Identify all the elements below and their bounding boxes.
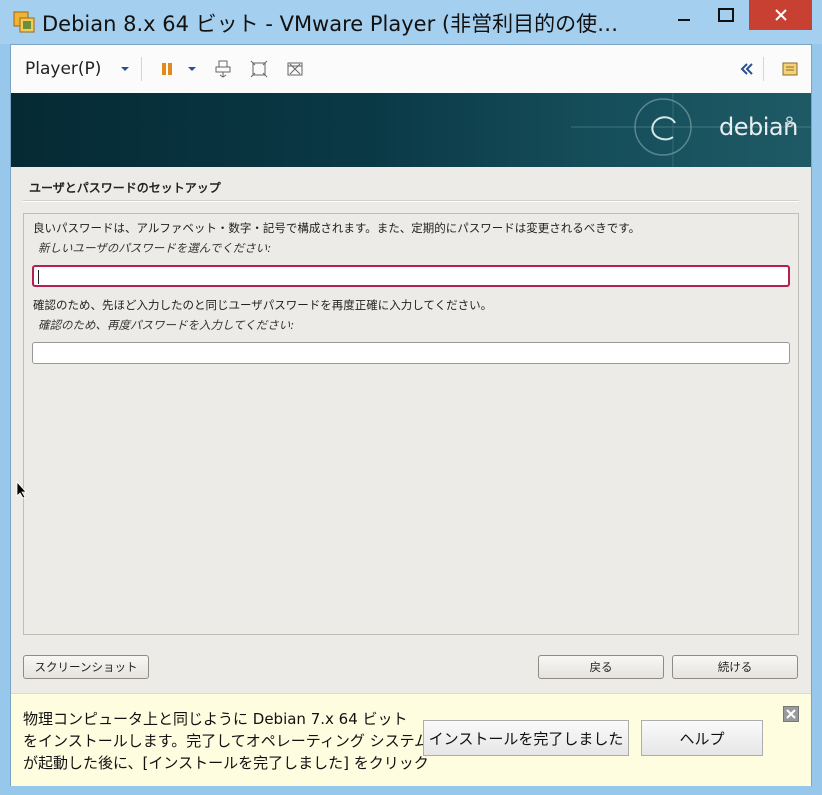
dropdown-arrow-icon[interactable] <box>182 59 202 79</box>
maximize-button[interactable] <box>704 0 748 30</box>
prompt-confirm-password: 確認のため、再度パスワードを入力してください: <box>38 318 295 332</box>
dropdown-arrow-icon[interactable] <box>115 59 135 79</box>
debian-logo-version: 8 <box>785 115 794 131</box>
install-helper-bar: 物理コンピュータ上と同じように Debian 7.x 64 ビット をインストー… <box>11 693 811 786</box>
install-helper-line: が起動した後に、[インストールを完了しました] をクリック <box>23 754 429 772</box>
collapse-double-chevron-icon[interactable] <box>737 59 757 79</box>
send-ctrl-alt-del-icon[interactable] <box>213 59 233 79</box>
window-titlebar[interactable]: Debian 8.x 64 ビット - VMware Player (非営利目的… <box>0 0 822 44</box>
library-icon[interactable] <box>780 59 800 79</box>
debian-banner: debian 8 <box>11 93 811 167</box>
divider <box>23 200 799 202</box>
prompt-new-password: 新しいユーザのパスワードを選んでください: <box>38 241 272 255</box>
fullscreen-icon[interactable] <box>249 59 269 79</box>
pause-icon[interactable] <box>157 59 177 79</box>
vmware-toolbar: Player(P) <box>11 45 811 94</box>
mouse-pointer-icon <box>16 480 28 503</box>
toolbar-separator <box>141 57 142 81</box>
toolbar-separator <box>763 57 764 81</box>
vmware-app-icon <box>12 10 36 34</box>
screenshot-button[interactable]: スクリーンショット <box>23 655 149 679</box>
back-button[interactable]: 戻る <box>538 655 664 679</box>
window-title: Debian 8.x 64 ビット - VMware Player (非営利目的… <box>42 12 619 36</box>
help-text-password: 良いパスワードは、アルファベット・数字・記号で構成されます。また、定期的にパスワ… <box>33 221 641 235</box>
help-text-confirm: 確認のため、先ほど入力したのと同じユーザパスワードを再度正確に入力してください。 <box>33 298 493 312</box>
text-caret <box>38 270 39 284</box>
install-helper-line: をインストールします。完了してオペレーティング システム <box>23 732 430 750</box>
close-window-button[interactable] <box>749 0 812 30</box>
password-input[interactable] <box>32 265 790 287</box>
install-complete-button[interactable]: インストールを完了しました <box>423 720 629 756</box>
help-button[interactable]: ヘルプ <box>641 720 763 756</box>
unity-icon[interactable] <box>285 59 305 79</box>
confirm-password-input[interactable] <box>32 342 790 364</box>
close-icon <box>786 709 796 719</box>
install-helper-line: 物理コンピュータ上と同じように Debian 7.x 64 ビット <box>23 710 408 728</box>
player-menu[interactable]: Player(P) <box>25 59 101 79</box>
debian-swirl-icon <box>571 93 811 167</box>
helper-close-button[interactable] <box>783 706 799 722</box>
vmware-client-area: Player(P) debian 8 ユーザとパスワードのセットアップ 良いパス… <box>10 44 812 786</box>
continue-button[interactable]: 続ける <box>672 655 798 679</box>
password-panel: 良いパスワードは、アルファベット・数字・記号で構成されます。また、定期的にパスワ… <box>23 213 799 635</box>
install-helper-message: 物理コンピュータ上と同じように Debian 7.x 64 ビット をインストー… <box>23 708 430 774</box>
close-icon <box>774 9 787 21</box>
section-title: ユーザとパスワードのセットアップ <box>29 181 221 195</box>
minimize-button[interactable] <box>662 0 706 30</box>
guest-screen[interactable]: debian 8 ユーザとパスワードのセットアップ 良いパスワードは、アルファベ… <box>11 93 811 693</box>
